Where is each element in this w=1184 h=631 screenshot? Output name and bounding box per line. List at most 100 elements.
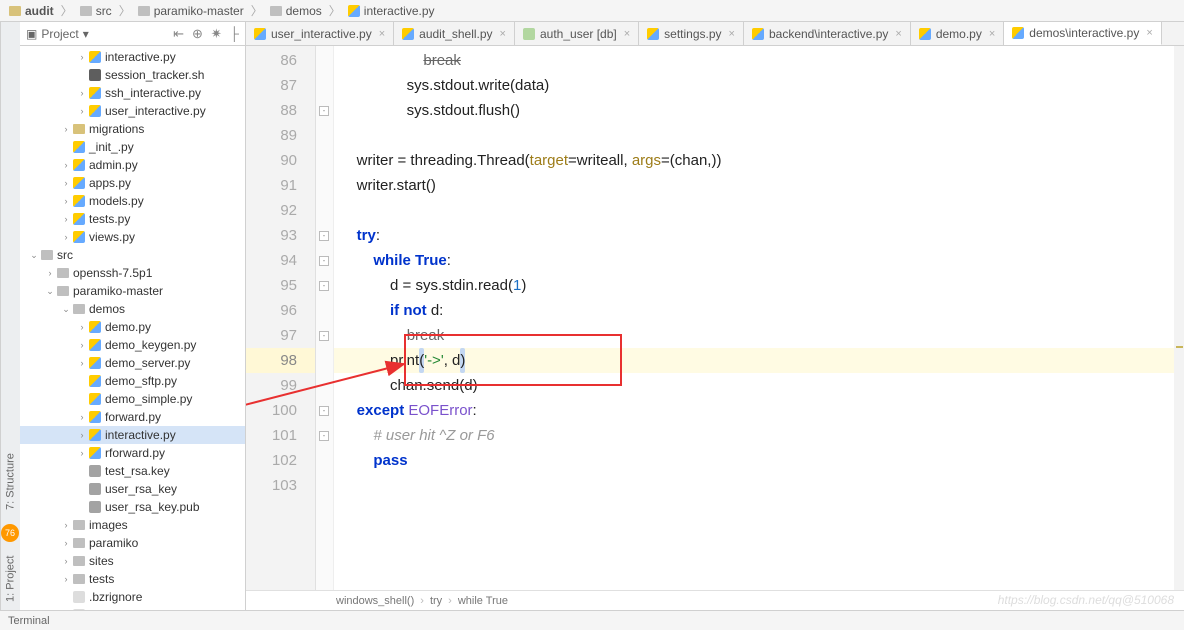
close-icon[interactable]: ×: [895, 28, 901, 40]
expand-arrow-icon[interactable]: ›: [76, 448, 88, 458]
collapse-icon[interactable]: ⇤: [173, 26, 184, 42]
tree-item[interactable]: ›migrations: [20, 120, 245, 138]
expand-arrow-icon[interactable]: ›: [60, 574, 72, 584]
tree-item[interactable]: ›interactive.py: [20, 48, 245, 66]
code-line[interactable]: pass: [334, 448, 1184, 473]
bottom-tool-bar[interactable]: Terminal: [0, 610, 1184, 630]
hide-icon[interactable]: ├: [230, 26, 239, 41]
tree-item[interactable]: user_rsa_key.pub: [20, 498, 245, 516]
tree-item[interactable]: test_rsa.key: [20, 462, 245, 480]
code-line[interactable]: writer = threading.Thread(target=writeal…: [334, 148, 1184, 173]
expand-arrow-icon[interactable]: ›: [60, 556, 72, 566]
tree-item[interactable]: ›user_interactive.py: [20, 102, 245, 120]
project-tree[interactable]: ›interactive.pysession_tracker.sh›ssh_in…: [20, 46, 245, 610]
editor-tab[interactable]: demos\interactive.py×: [1004, 22, 1162, 45]
tree-item[interactable]: ›sites: [20, 552, 245, 570]
code-line[interactable]: [334, 123, 1184, 148]
close-icon[interactable]: ×: [1146, 27, 1152, 39]
close-icon[interactable]: ×: [624, 28, 630, 40]
fold-marker-icon[interactable]: -: [319, 106, 329, 116]
tree-item[interactable]: ›images: [20, 516, 245, 534]
expand-arrow-icon[interactable]: ›: [60, 196, 72, 206]
close-icon[interactable]: ×: [500, 28, 506, 40]
expand-arrow-icon[interactable]: ›: [60, 232, 72, 242]
tree-item[interactable]: ›paramiko: [20, 534, 245, 552]
editor-tab[interactable]: demo.py×: [911, 22, 1004, 45]
terminal-tab[interactable]: Terminal: [8, 615, 50, 627]
editor-tab[interactable]: settings.py×: [639, 22, 744, 45]
tree-item[interactable]: ›forward.py: [20, 408, 245, 426]
expand-arrow-icon[interactable]: ›: [76, 88, 88, 98]
code-line[interactable]: break: [334, 48, 1184, 73]
fold-marker-icon[interactable]: -: [319, 406, 329, 416]
tree-item[interactable]: ›rforward.py: [20, 444, 245, 462]
code-line[interactable]: [334, 473, 1184, 498]
fold-marker-icon[interactable]: -: [319, 256, 329, 266]
expand-arrow-icon[interactable]: ›: [44, 268, 56, 278]
tree-item[interactable]: ›ssh_interactive.py: [20, 84, 245, 102]
code-line[interactable]: # user hit ^Z or F6: [334, 423, 1184, 448]
code-lines[interactable]: break sys.stdout.write(data) sys.stdout.…: [334, 46, 1184, 590]
expand-arrow-icon[interactable]: ›: [76, 106, 88, 116]
editor-tab[interactable]: auth_user [db]×: [515, 22, 639, 45]
expand-arrow-icon[interactable]: ›: [76, 358, 88, 368]
close-icon[interactable]: ×: [379, 28, 385, 40]
tree-item[interactable]: ›models.py: [20, 192, 245, 210]
expand-arrow-icon[interactable]: ›: [60, 160, 72, 170]
code-line[interactable]: try:: [334, 223, 1184, 248]
expand-icon[interactable]: ⊕: [192, 26, 203, 42]
tree-item[interactable]: ›tests.py: [20, 210, 245, 228]
code-line[interactable]: d = sys.stdin.read(1): [334, 273, 1184, 298]
expand-arrow-icon[interactable]: ⌄: [44, 286, 56, 297]
fold-marker-icon[interactable]: -: [319, 331, 329, 341]
tree-item[interactable]: .bzrignore: [20, 588, 245, 606]
tree-item[interactable]: ›tests: [20, 570, 245, 588]
settings-icon[interactable]: ✷: [211, 26, 222, 42]
tree-item[interactable]: ⌄demos: [20, 300, 245, 318]
code-area[interactable]: 8687888990919293949596979899100101102103…: [246, 46, 1184, 590]
expand-arrow-icon[interactable]: ›: [76, 430, 88, 440]
breadcrumb-item[interactable]: audit: [6, 3, 57, 19]
fold-marker-icon[interactable]: -: [319, 431, 329, 441]
expand-arrow-icon[interactable]: ›: [60, 178, 72, 188]
breadcrumb-item[interactable]: paramiko-master: [135, 3, 247, 19]
tree-item[interactable]: ⌄src: [20, 246, 245, 264]
code-line[interactable]: sys.stdout.flush(): [334, 98, 1184, 123]
rail-structure[interactable]: 7: Structure: [5, 453, 17, 510]
tree-item[interactable]: demo_sftp.py: [20, 372, 245, 390]
tree-item[interactable]: session_tracker.sh: [20, 66, 245, 84]
tree-item[interactable]: .gitignore: [20, 606, 245, 610]
status-crumb[interactable]: windows_shell(): [336, 595, 414, 607]
breadcrumb-item[interactable]: interactive.py: [345, 3, 438, 19]
editor-tab[interactable]: user_interactive.py×: [246, 22, 394, 45]
tree-item[interactable]: ›demo_server.py: [20, 354, 245, 372]
code-line[interactable]: print('->', d): [334, 348, 1184, 373]
rail-project[interactable]: 1: Project: [5, 556, 17, 602]
code-line[interactable]: [334, 198, 1184, 223]
code-line[interactable]: except EOFError:: [334, 398, 1184, 423]
code-line[interactable]: if not d:: [334, 298, 1184, 323]
fold-marker-icon[interactable]: -: [319, 231, 329, 241]
expand-arrow-icon[interactable]: ›: [60, 520, 72, 530]
editor-tab[interactable]: backend\interactive.py×: [744, 22, 911, 45]
status-crumb[interactable]: try: [430, 595, 442, 607]
tree-item[interactable]: user_rsa_key: [20, 480, 245, 498]
breadcrumb-item[interactable]: demos: [267, 3, 325, 19]
editor-tab[interactable]: audit_shell.py×: [394, 22, 515, 45]
close-icon[interactable]: ×: [729, 28, 735, 40]
tree-item[interactable]: ›openssh-7.5p1: [20, 264, 245, 282]
code-line[interactable]: break: [334, 323, 1184, 348]
fold-marker-icon[interactable]: -: [319, 281, 329, 291]
code-line[interactable]: sys.stdout.write(data): [334, 73, 1184, 98]
tree-item[interactable]: ›interactive.py: [20, 426, 245, 444]
marker-strip[interactable]: [1174, 46, 1184, 590]
close-icon[interactable]: ×: [989, 28, 995, 40]
tree-item[interactable]: demo_simple.py: [20, 390, 245, 408]
status-crumb[interactable]: while True: [458, 595, 508, 607]
tree-item[interactable]: ›apps.py: [20, 174, 245, 192]
tree-item[interactable]: ›views.py: [20, 228, 245, 246]
expand-arrow-icon[interactable]: ›: [60, 124, 72, 134]
expand-arrow-icon[interactable]: ›: [76, 52, 88, 62]
breadcrumb-item[interactable]: src: [77, 3, 115, 19]
expand-arrow-icon[interactable]: ›: [76, 340, 88, 350]
